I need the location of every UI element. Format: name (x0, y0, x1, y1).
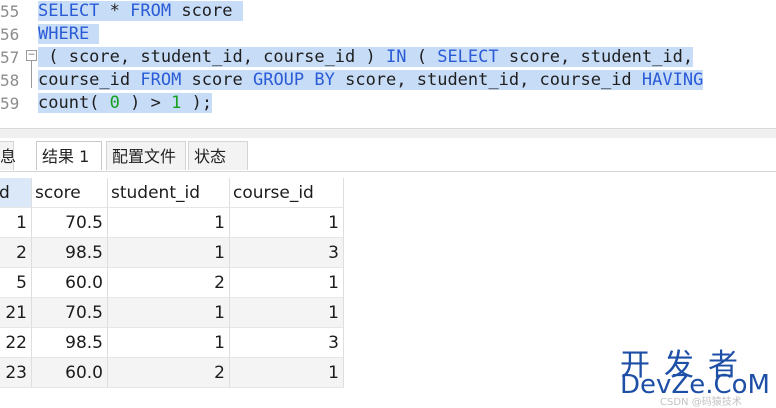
sql-text: ( score, student_id, course_id ) (38, 47, 386, 67)
sql-keyword: GROUP BY (252, 70, 335, 90)
sql-keyword: FROM (130, 1, 172, 21)
line-number: 59 (0, 94, 20, 113)
code-line[interactable]: 55 SELECT * FROM score (0, 0, 776, 23)
table-cell[interactable]: 2 (108, 268, 230, 298)
code-line[interactable]: 57 ( score, student_id, course_id ) IN (… (0, 46, 776, 69)
sql-keyword: SELECT (437, 47, 499, 67)
result-tab[interactable]: 结果 1 (36, 141, 102, 170)
sql-text: score (171, 1, 243, 21)
result-tab[interactable]: 状态 (188, 141, 248, 170)
sql-keyword: FROM (140, 70, 182, 90)
table-cell[interactable]: 1 (230, 268, 344, 298)
table-cell[interactable]: 2 (108, 358, 230, 388)
sql-keyword: SELECT (38, 1, 100, 21)
table-cell[interactable]: 3 (230, 238, 344, 268)
fold-guide-line (31, 61, 32, 88)
sql-number: 1 (171, 93, 182, 113)
table-cell[interactable]: 70.5 (32, 208, 108, 238)
code-text[interactable]: WHERE (38, 23, 100, 46)
sql-number: 0 (109, 93, 120, 113)
table-cell[interactable]: 98.5 (32, 238, 108, 268)
fold-toggle-icon[interactable]: − (26, 50, 37, 61)
table-cell[interactable]: 1 (230, 298, 344, 328)
table-cell[interactable]: 1 (230, 208, 344, 238)
code-line[interactable]: 58 course_id FROM score GROUP BY score, s… (0, 69, 776, 92)
column-header[interactable]: score (32, 178, 108, 208)
table-cell[interactable]: 22 (0, 328, 32, 358)
code-text[interactable]: course_id FROM score GROUP BY score, stu… (38, 69, 704, 92)
table-cell[interactable]: 1 (108, 328, 230, 358)
sql-text: * (99, 1, 131, 21)
column-header[interactable]: d (0, 178, 32, 208)
sql-text: ); (181, 93, 213, 113)
result-tab[interactable]: 息 (0, 141, 16, 170)
result-tab[interactable]: 配置文件 (106, 141, 186, 170)
sql-text: course_id (38, 70, 141, 90)
column-header[interactable]: student_id (108, 178, 230, 208)
line-number: 58 (0, 71, 20, 90)
code-text[interactable]: ( score, student_id, course_id ) IN ( SE… (38, 46, 694, 69)
table-cell[interactable]: 2 (0, 238, 32, 268)
table-cell[interactable]: 1 (108, 208, 230, 238)
code-line[interactable]: 59 count( 0 ) > 1 ); (0, 92, 776, 115)
sql-text: ( (406, 47, 438, 67)
column-header[interactable]: course_id (230, 178, 344, 208)
sql-text: score, student_id, (498, 47, 694, 67)
sql-keyword: IN (386, 47, 407, 67)
table-cell[interactable]: 70.5 (32, 298, 108, 328)
table-cell[interactable]: 98.5 (32, 328, 108, 358)
table-cell[interactable]: 1 (0, 208, 32, 238)
sql-editor[interactable]: 55 SELECT * FROM score 56 WHERE 57 ( score… (0, 0, 776, 128)
table-cell[interactable]: 60.0 (32, 358, 108, 388)
table-cell[interactable]: 60.0 (32, 268, 108, 298)
code-text[interactable]: count( 0 ) > 1 ); (38, 92, 213, 115)
line-number: 56 (0, 25, 20, 44)
sql-text: ) > (119, 93, 172, 113)
sql-text: score (181, 70, 253, 90)
code-line[interactable]: 56 WHERE (0, 23, 776, 46)
table-cell[interactable]: 21 (0, 298, 32, 328)
table-cell[interactable]: 5 (0, 268, 32, 298)
sql-text: count( (38, 93, 110, 113)
sql-text: score, student_id, course_id (334, 70, 642, 90)
sql-keyword: HAVING (641, 70, 704, 90)
table-cell[interactable]: 1 (108, 298, 230, 328)
table-cell[interactable]: 23 (0, 358, 32, 388)
line-number: 55 (0, 2, 20, 21)
code-text[interactable]: SELECT * FROM score (38, 0, 243, 23)
table-cell[interactable]: 1 (108, 238, 230, 268)
line-number: 57 (0, 48, 20, 67)
table-cell[interactable]: 3 (230, 328, 344, 358)
table-cell[interactable]: 1 (230, 358, 344, 388)
result-tab-bar: 息结果 1 配置文件 状态 (0, 138, 776, 172)
sql-keyword: WHERE (38, 24, 90, 44)
